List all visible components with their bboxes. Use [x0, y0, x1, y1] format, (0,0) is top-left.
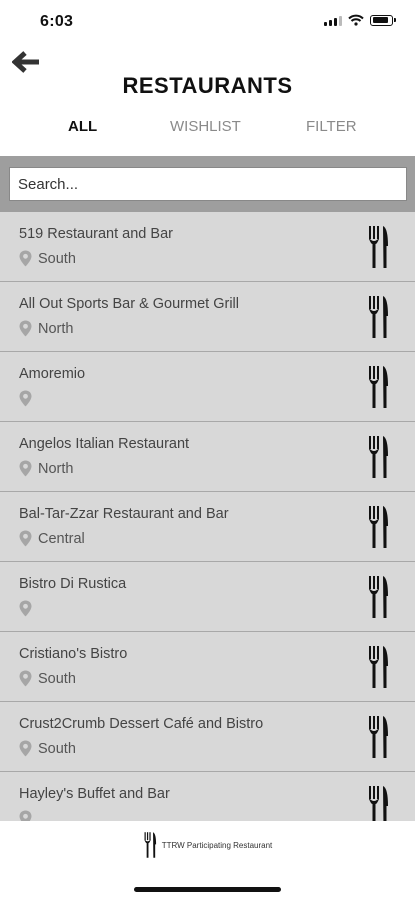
fork-knife-icon: [369, 226, 388, 268]
restaurant-row[interactable]: Amoremio: [0, 352, 415, 422]
restaurant-name: Amoremio: [19, 366, 86, 382]
restaurant-location: Central: [19, 530, 85, 547]
fork-knife-icon: [369, 366, 388, 408]
status-bar: 6:03: [0, 0, 415, 44]
tab-all[interactable]: ALL: [68, 118, 97, 135]
restaurant-name: Bal-Tar-Zzar Restaurant and Bar: [19, 506, 229, 522]
restaurant-location: North: [19, 460, 73, 477]
fork-knife-icon: [369, 716, 388, 758]
restaurant-row[interactable]: Crust2Crumb Dessert Café and Bistro Sout…: [0, 702, 415, 772]
restaurant-row[interactable]: Angelos Italian Restaurant North: [0, 422, 415, 492]
restaurant-row[interactable]: Bal-Tar-Zzar Restaurant and Bar Central: [0, 492, 415, 562]
restaurant-name: 519 Restaurant and Bar: [19, 226, 173, 242]
tab-filter[interactable]: FILTER: [306, 118, 357, 135]
restaurant-name: Cristiano's Bistro: [19, 646, 128, 662]
footer: TTRW Participating Restaurant: [0, 821, 415, 900]
map-pin-icon: [19, 670, 32, 687]
map-pin-icon: [19, 600, 32, 617]
battery-icon: [370, 14, 396, 26]
restaurant-row[interactable]: Cristiano's Bistro South: [0, 632, 415, 702]
fork-knife-icon: [369, 506, 388, 548]
restaurant-location: South: [19, 250, 76, 267]
legend: TTRW Participating Restaurant: [0, 831, 415, 859]
map-pin-icon: [19, 810, 32, 821]
restaurant-list[interactable]: 519 Restaurant and Bar South All Out Spo…: [0, 156, 415, 821]
status-icons: [324, 14, 396, 26]
tab-bar: ALL WISHLIST FILTER: [0, 118, 415, 140]
restaurant-region: South: [38, 670, 76, 687]
restaurant-name: Hayley's Buffet and Bar: [19, 786, 170, 802]
map-pin-icon: [19, 740, 32, 757]
restaurant-name: All Out Sports Bar & Gourmet Grill: [19, 296, 239, 312]
restaurant-region: Central: [38, 530, 85, 547]
restaurant-rows: 519 Restaurant and Bar South All Out Spo…: [0, 212, 415, 821]
map-pin-icon: [19, 320, 32, 337]
fork-knife-icon: [369, 786, 388, 821]
fork-knife-icon: [369, 296, 388, 338]
restaurant-region: South: [38, 250, 76, 267]
fork-knife-icon: [369, 576, 388, 618]
restaurant-name: Angelos Italian Restaurant: [19, 436, 190, 452]
restaurant-location: North: [19, 320, 73, 337]
arrow-left-icon: [11, 51, 39, 73]
restaurant-row[interactable]: 519 Restaurant and Bar South: [0, 212, 415, 282]
restaurant-row[interactable]: Hayley's Buffet and Bar: [0, 772, 415, 821]
fork-knife-icon: [369, 646, 388, 688]
fork-knife-icon: [144, 832, 156, 858]
wifi-icon: [348, 14, 364, 26]
restaurant-row[interactable]: All Out Sports Bar & Gourmet Grill North: [0, 282, 415, 352]
restaurant-region: South: [38, 740, 76, 757]
fork-knife-icon: [369, 436, 388, 478]
search-bar: [0, 156, 415, 212]
search-input[interactable]: [9, 167, 407, 201]
legend-label: TTRW Participating Restaurant: [161, 840, 273, 850]
restaurant-location: [19, 390, 38, 407]
map-pin-icon: [19, 460, 32, 477]
tab-wishlist[interactable]: WISHLIST: [170, 118, 241, 135]
restaurant-location: South: [19, 740, 76, 757]
home-indicator: [134, 887, 281, 892]
restaurant-region: North: [38, 320, 74, 337]
restaurant-location: [19, 600, 38, 617]
restaurant-name: Bistro Di Rustica: [19, 576, 127, 592]
map-pin-icon: [19, 250, 32, 267]
restaurant-row[interactable]: Bistro Di Rustica: [0, 562, 415, 632]
restaurant-location: South: [19, 670, 76, 687]
restaurant-name: Crust2Crumb Dessert Café and Bistro: [19, 716, 264, 732]
map-pin-icon: [19, 530, 32, 547]
map-pin-icon: [19, 390, 32, 407]
status-time: 6:03: [40, 13, 74, 30]
battery-fill: [372, 17, 388, 23]
restaurant-location: [19, 810, 38, 821]
page-title: RESTAURANTS: [122, 73, 293, 98]
cellular-signal-icon: [324, 15, 342, 26]
restaurant-region: North: [38, 460, 74, 477]
